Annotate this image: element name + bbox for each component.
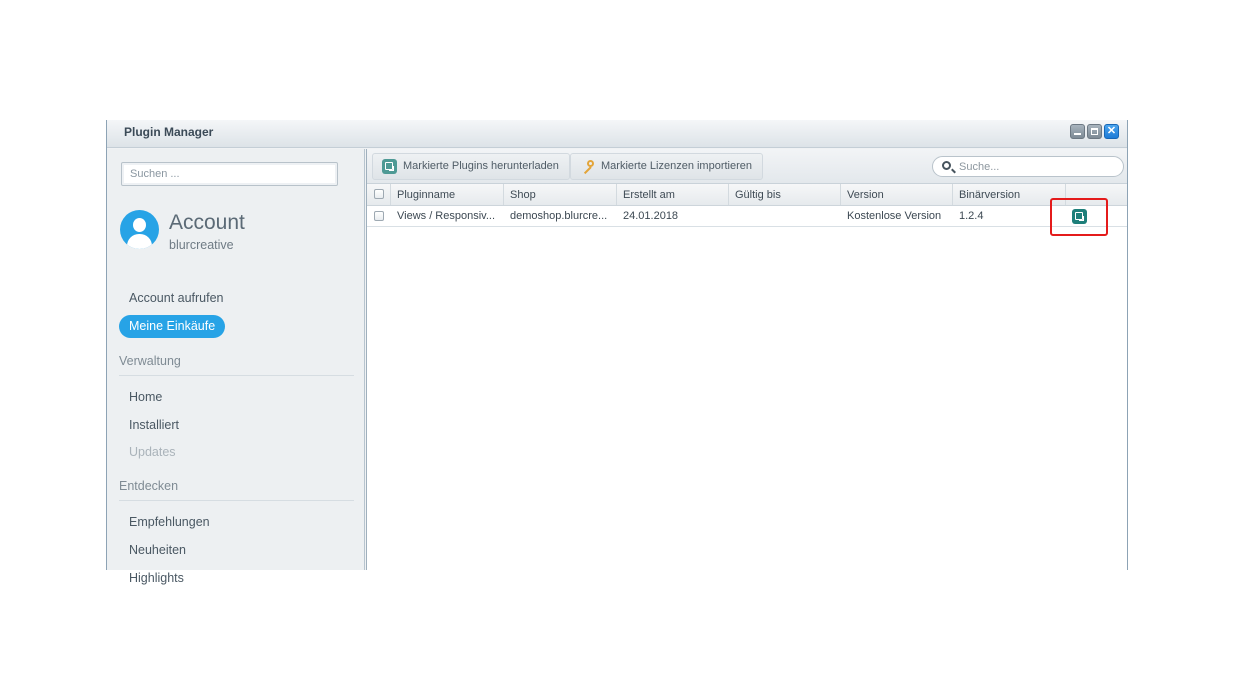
sidebar-item-empfehlungen[interactable]: Empfehlungen — [129, 515, 210, 529]
column-header-version[interactable]: Version — [841, 184, 953, 205]
minimize-icon — [1074, 133, 1081, 135]
cell-binary-version: 1.2.4 — [959, 210, 984, 222]
search-icon — [942, 161, 951, 170]
title-bar: Plugin Manager ✕ — [107, 120, 1127, 148]
sidebar-search-input[interactable] — [121, 162, 338, 186]
grid-search — [932, 156, 1124, 177]
cell-valid-until — [729, 206, 839, 226]
download-selected-button[interactable]: Markierte Plugins herunterladen — [372, 153, 570, 180]
section-title-entdecken: Entdecken — [119, 479, 179, 493]
window-controls: ✕ — [1070, 124, 1119, 139]
sidebar-item-neuheiten[interactable]: Neuheiten — [129, 543, 186, 557]
cell-pluginname: Views / Responsiv... — [397, 210, 496, 222]
sidebar-item-installiert[interactable]: Installiert — [129, 418, 179, 432]
column-header-gueltig[interactable]: Gültig bis — [729, 184, 841, 205]
import-licenses-button[interactable]: Markierte Lizenzen importieren — [570, 153, 764, 180]
grid-search-input[interactable] — [959, 159, 1109, 174]
account-avatar-icon — [120, 210, 159, 249]
column-header-pluginname[interactable]: Pluginname — [391, 184, 504, 205]
plugin-grid: Pluginname Shop Erstellt am Gültig bis V… — [367, 184, 1127, 227]
account-open-link[interactable]: Account aufrufen — [129, 291, 224, 305]
download-selected-label: Markierte Plugins herunterladen — [403, 160, 559, 172]
table-row[interactable]: Views / Responsiv... demoshop.blurcre...… — [367, 206, 1127, 227]
maximize-icon — [1091, 128, 1098, 135]
select-all-column — [367, 184, 391, 205]
close-icon: ✕ — [1106, 125, 1117, 137]
my-purchases-button[interactable]: Meine Einkäufe — [119, 315, 226, 338]
section-title-verwaltung: Verwaltung — [119, 354, 181, 368]
minimize-button[interactable] — [1070, 124, 1085, 139]
import-licenses-label: Markierte Lizenzen importieren — [601, 160, 753, 172]
cell-version: Kostenlose Version — [847, 210, 942, 222]
sidebar: Account blurcreative Account aufrufen Me… — [107, 149, 365, 585]
toolbar: Markierte Plugins herunterladen Markiert… — [367, 149, 1127, 184]
account-username: blurcreative — [169, 238, 234, 252]
key-icon — [580, 159, 595, 175]
plugin-manager-window: Plugin Manager ✕ Account blurcreative Ac… — [106, 120, 1128, 585]
cell-created: 24.01.2018 — [623, 210, 679, 222]
cell-shop: demoshop.blurcre... — [510, 210, 608, 222]
column-header-erstellt[interactable]: Erstellt am — [617, 184, 729, 205]
main-panel: Markierte Plugins herunterladen Markiert… — [366, 149, 1127, 570]
section-divider — [119, 500, 354, 501]
sidebar-item-home[interactable]: Home — [129, 390, 162, 404]
maximize-button[interactable] — [1087, 124, 1102, 139]
section-divider — [119, 375, 354, 376]
highlight-annotation — [1050, 198, 1108, 236]
account-title: Account — [169, 211, 245, 234]
close-button[interactable]: ✕ — [1104, 124, 1119, 139]
download-icon — [382, 159, 397, 174]
grid-header: Pluginname Shop Erstellt am Gültig bis V… — [367, 184, 1127, 206]
sidebar-item-highlights[interactable]: Highlights — [129, 571, 184, 585]
row-checkbox[interactable] — [374, 211, 384, 221]
column-header-shop[interactable]: Shop — [504, 184, 617, 205]
select-all-checkbox[interactable] — [374, 189, 384, 199]
sidebar-item-updates: Updates — [129, 445, 176, 459]
window-title: Plugin Manager — [124, 125, 214, 139]
